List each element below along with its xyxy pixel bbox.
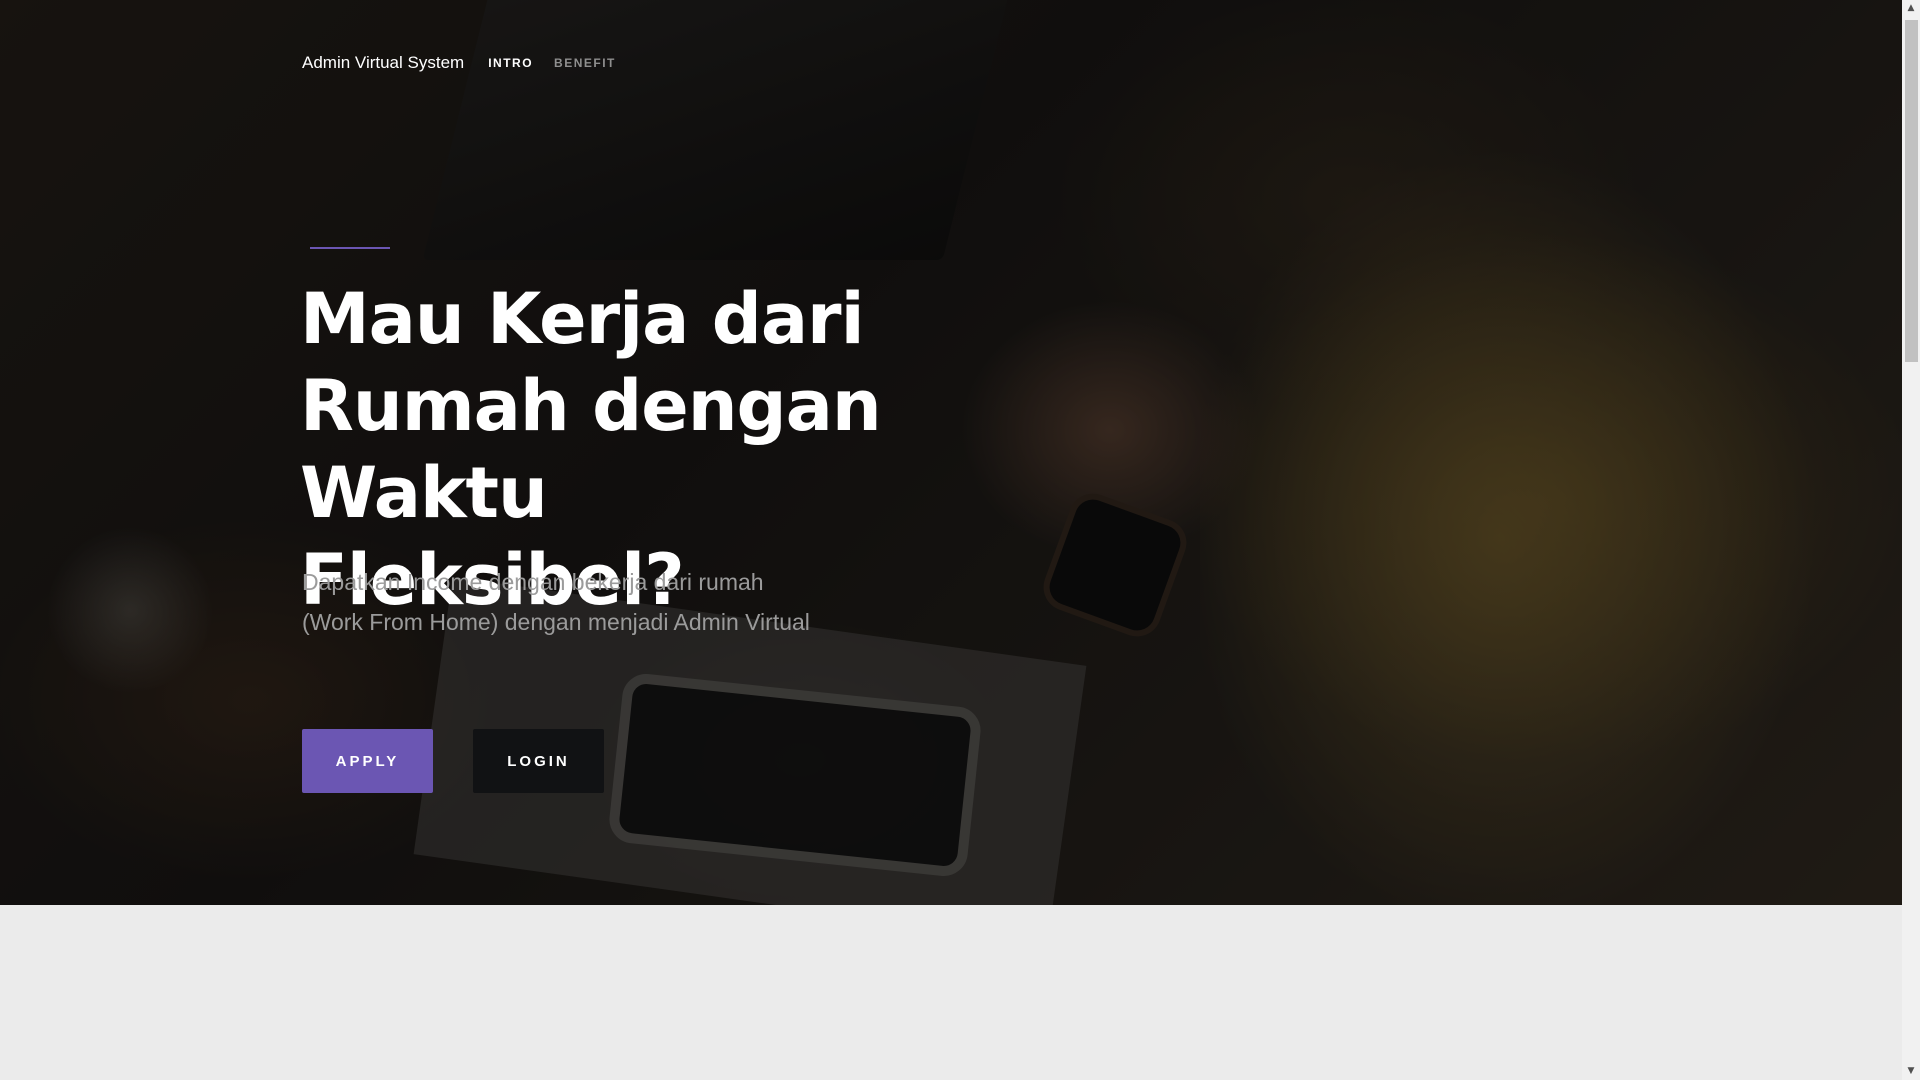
nav-link-benefit[interactable]: BENEFIT [554, 56, 616, 70]
subtitle-line-2: (Work From Home) dengan menjadi Admin Vi… [302, 609, 810, 635]
hero-section: Admin Virtual System INTRO BENEFIT Mau K… [0, 0, 1902, 905]
page-viewport: Admin Virtual System INTRO BENEFIT Mau K… [0, 0, 1902, 1080]
content-section [0, 905, 1902, 1080]
apply-button[interactable]: APPLY [302, 729, 433, 793]
nav-link-intro[interactable]: INTRO [488, 56, 533, 70]
accent-divider [310, 247, 390, 249]
vertical-scrollbar[interactable]: ▲ ▼ [1902, 0, 1920, 1080]
hero-subtitle: Dapatkan Income dengan bekerja dari ruma… [302, 562, 862, 642]
login-button[interactable]: LOGIN [473, 729, 604, 793]
scroll-down-arrow-icon[interactable]: ▼ [1902, 1063, 1920, 1080]
scrollbar-thumb[interactable] [1905, 20, 1918, 362]
headline-line-2: Rumah dengan [300, 365, 882, 447]
hero-dark-overlay [0, 0, 1902, 905]
scroll-up-arrow-icon[interactable]: ▲ [1902, 0, 1920, 17]
top-navbar: Admin Virtual System INTRO BENEFIT [302, 52, 637, 74]
subtitle-line-1: Dapatkan Income dengan bekerja dari ruma… [302, 569, 764, 595]
brand-link[interactable]: Admin Virtual System [302, 53, 464, 73]
headline-line-1: Mau Kerja dari [300, 278, 865, 360]
